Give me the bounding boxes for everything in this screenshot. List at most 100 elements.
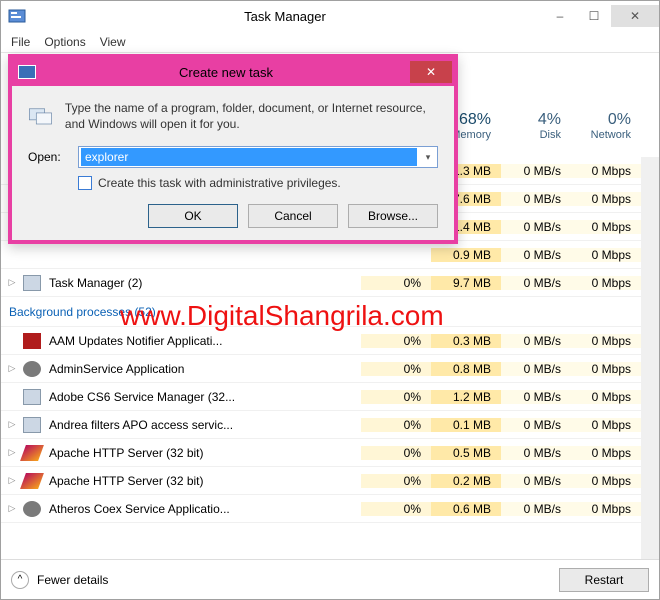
process-row[interactable]: ▷ Task Manager (2)0%9.7 MB0 MB/s0 Mbps (1, 269, 659, 297)
disk-cell: 0 MB/s (501, 446, 571, 460)
chevron-up-icon[interactable]: ^ (11, 571, 29, 589)
process-icon (23, 275, 41, 291)
network-cell: 0 Mbps (571, 502, 641, 516)
process-name: Adobe CS6 Service Manager (32... (47, 390, 361, 404)
run-icon (18, 65, 36, 79)
ok-button[interactable]: OK (148, 204, 238, 228)
scrollbar[interactable] (641, 157, 659, 559)
network-cell: 0 Mbps (571, 474, 641, 488)
expand-icon[interactable]: ▷ (1, 419, 23, 430)
process-name: AdminService Application (47, 362, 361, 376)
window-title: Task Manager (27, 9, 543, 24)
fewer-details-link[interactable]: Fewer details (37, 573, 108, 587)
process-icon (20, 473, 44, 489)
disk-cell: 0 MB/s (501, 334, 571, 348)
disk-cell: 0 MB/s (501, 418, 571, 432)
process-row[interactable]: ▷ Apache HTTP Server (32 bit)0%0.2 MB0 MB… (1, 467, 659, 495)
open-combobox[interactable]: ▾ (78, 146, 438, 168)
network-cell: 0 Mbps (571, 164, 641, 178)
process-row[interactable]: 0.9 MB0 MB/s0 Mbps (1, 241, 659, 269)
network-cell: 0 Mbps (571, 390, 641, 404)
cpu-cell: 0% (361, 362, 431, 376)
expand-icon[interactable]: ▷ (1, 475, 23, 486)
expand-icon[interactable]: ▷ (1, 447, 23, 458)
expand-icon[interactable]: ▷ (1, 363, 23, 374)
disk-cell: 0 MB/s (501, 474, 571, 488)
dialog-description: Type the name of a program, folder, docu… (65, 100, 438, 132)
col-network[interactable]: 0% Network (571, 107, 641, 149)
process-icon (23, 501, 41, 517)
network-cell: 0 Mbps (571, 276, 641, 290)
disk-cell: 0 MB/s (501, 248, 571, 262)
col-disk[interactable]: 4% Disk (501, 107, 571, 149)
menubar: File Options View (1, 31, 659, 53)
memory-cell: 0.9 MB (431, 248, 501, 262)
restart-button[interactable]: Restart (559, 568, 649, 592)
disk-cell: 0 MB/s (501, 362, 571, 376)
disk-cell: 0 MB/s (501, 390, 571, 404)
memory-cell: 9.7 MB (431, 276, 501, 290)
memory-cell: 0.2 MB (431, 474, 501, 488)
maximize-button[interactable]: ☐ (577, 5, 611, 27)
cpu-cell: 0% (361, 446, 431, 460)
chevron-down-icon[interactable]: ▾ (419, 152, 437, 163)
dialog-title: Create new task (42, 65, 410, 80)
process-icon (23, 361, 41, 377)
memory-cell: 0.6 MB (431, 502, 501, 516)
process-name: Apache HTTP Server (32 bit) (47, 474, 361, 488)
background-processes-header: Background processes (52) (1, 297, 659, 327)
process-name: Andrea filters APO access servic... (47, 418, 361, 432)
process-name: Apache HTTP Server (32 bit) (47, 446, 361, 460)
disk-cell: 0 MB/s (501, 164, 571, 178)
process-row[interactable]: ▷ Atheros Coex Service Applicatio...0%0.6… (1, 495, 659, 523)
cancel-button[interactable]: Cancel (248, 204, 338, 228)
memory-cell: 0.5 MB (431, 446, 501, 460)
run-program-icon (28, 100, 53, 130)
open-label: Open: (28, 150, 68, 164)
minimize-button[interactable]: – (543, 5, 577, 27)
disk-cell: 0 MB/s (501, 192, 571, 206)
process-row[interactable]: ▷ Apache HTTP Server (32 bit)0%0.5 MB0 MB… (1, 439, 659, 467)
titlebar: Task Manager – ☐ ✕ (1, 1, 659, 31)
process-name: Task Manager (2) (47, 276, 361, 290)
memory-cell: 0.1 MB (431, 418, 501, 432)
process-icon (23, 389, 41, 405)
footer: ^ Fewer details Restart (1, 559, 659, 599)
expand-icon[interactable]: ▷ (1, 503, 23, 514)
close-button[interactable]: ✕ (611, 5, 659, 27)
process-row[interactable]: AAM Updates Notifier Applicati...0%0.3 M… (1, 327, 659, 355)
process-icon (23, 247, 41, 263)
browse-button[interactable]: Browse... (348, 204, 438, 228)
menu-view[interactable]: View (100, 35, 126, 49)
process-row[interactable]: ▷ Andrea filters APO access servic...0%0.… (1, 411, 659, 439)
process-icon (23, 333, 41, 349)
network-cell: 0 Mbps (571, 334, 641, 348)
expand-icon[interactable]: ▷ (1, 277, 23, 288)
cpu-cell: 0% (361, 474, 431, 488)
network-cell: 0 Mbps (571, 362, 641, 376)
disk-cell: 0 MB/s (501, 276, 571, 290)
cpu-cell: 0% (361, 502, 431, 516)
cpu-cell: 0% (361, 390, 431, 404)
process-row[interactable]: ▷ AdminService Application0%0.8 MB0 MB/s0… (1, 355, 659, 383)
disk-cell: 0 MB/s (501, 502, 571, 516)
create-new-task-dialog: Create new task ✕ Type the name of a pro… (8, 54, 458, 244)
open-input[interactable] (81, 148, 417, 166)
menu-file[interactable]: File (11, 35, 30, 49)
admin-checkbox-label: Create this task with administrative pri… (98, 176, 341, 190)
memory-cell: 1.2 MB (431, 390, 501, 404)
admin-checkbox[interactable] (78, 176, 92, 190)
process-name: AAM Updates Notifier Applicati... (47, 334, 361, 348)
disk-cell: 0 MB/s (501, 220, 571, 234)
menu-options[interactable]: Options (44, 35, 85, 49)
process-row[interactable]: Adobe CS6 Service Manager (32...0%1.2 MB… (1, 383, 659, 411)
cpu-cell: 0% (361, 334, 431, 348)
cpu-cell: 0% (361, 276, 431, 290)
memory-cell: 0.8 MB (431, 362, 501, 376)
process-name: Atheros Coex Service Applicatio... (47, 502, 361, 516)
dialog-close-button[interactable]: ✕ (410, 61, 452, 83)
network-cell: 0 Mbps (571, 220, 641, 234)
cpu-cell: 0% (361, 418, 431, 432)
network-cell: 0 Mbps (571, 418, 641, 432)
process-icon (23, 417, 41, 433)
